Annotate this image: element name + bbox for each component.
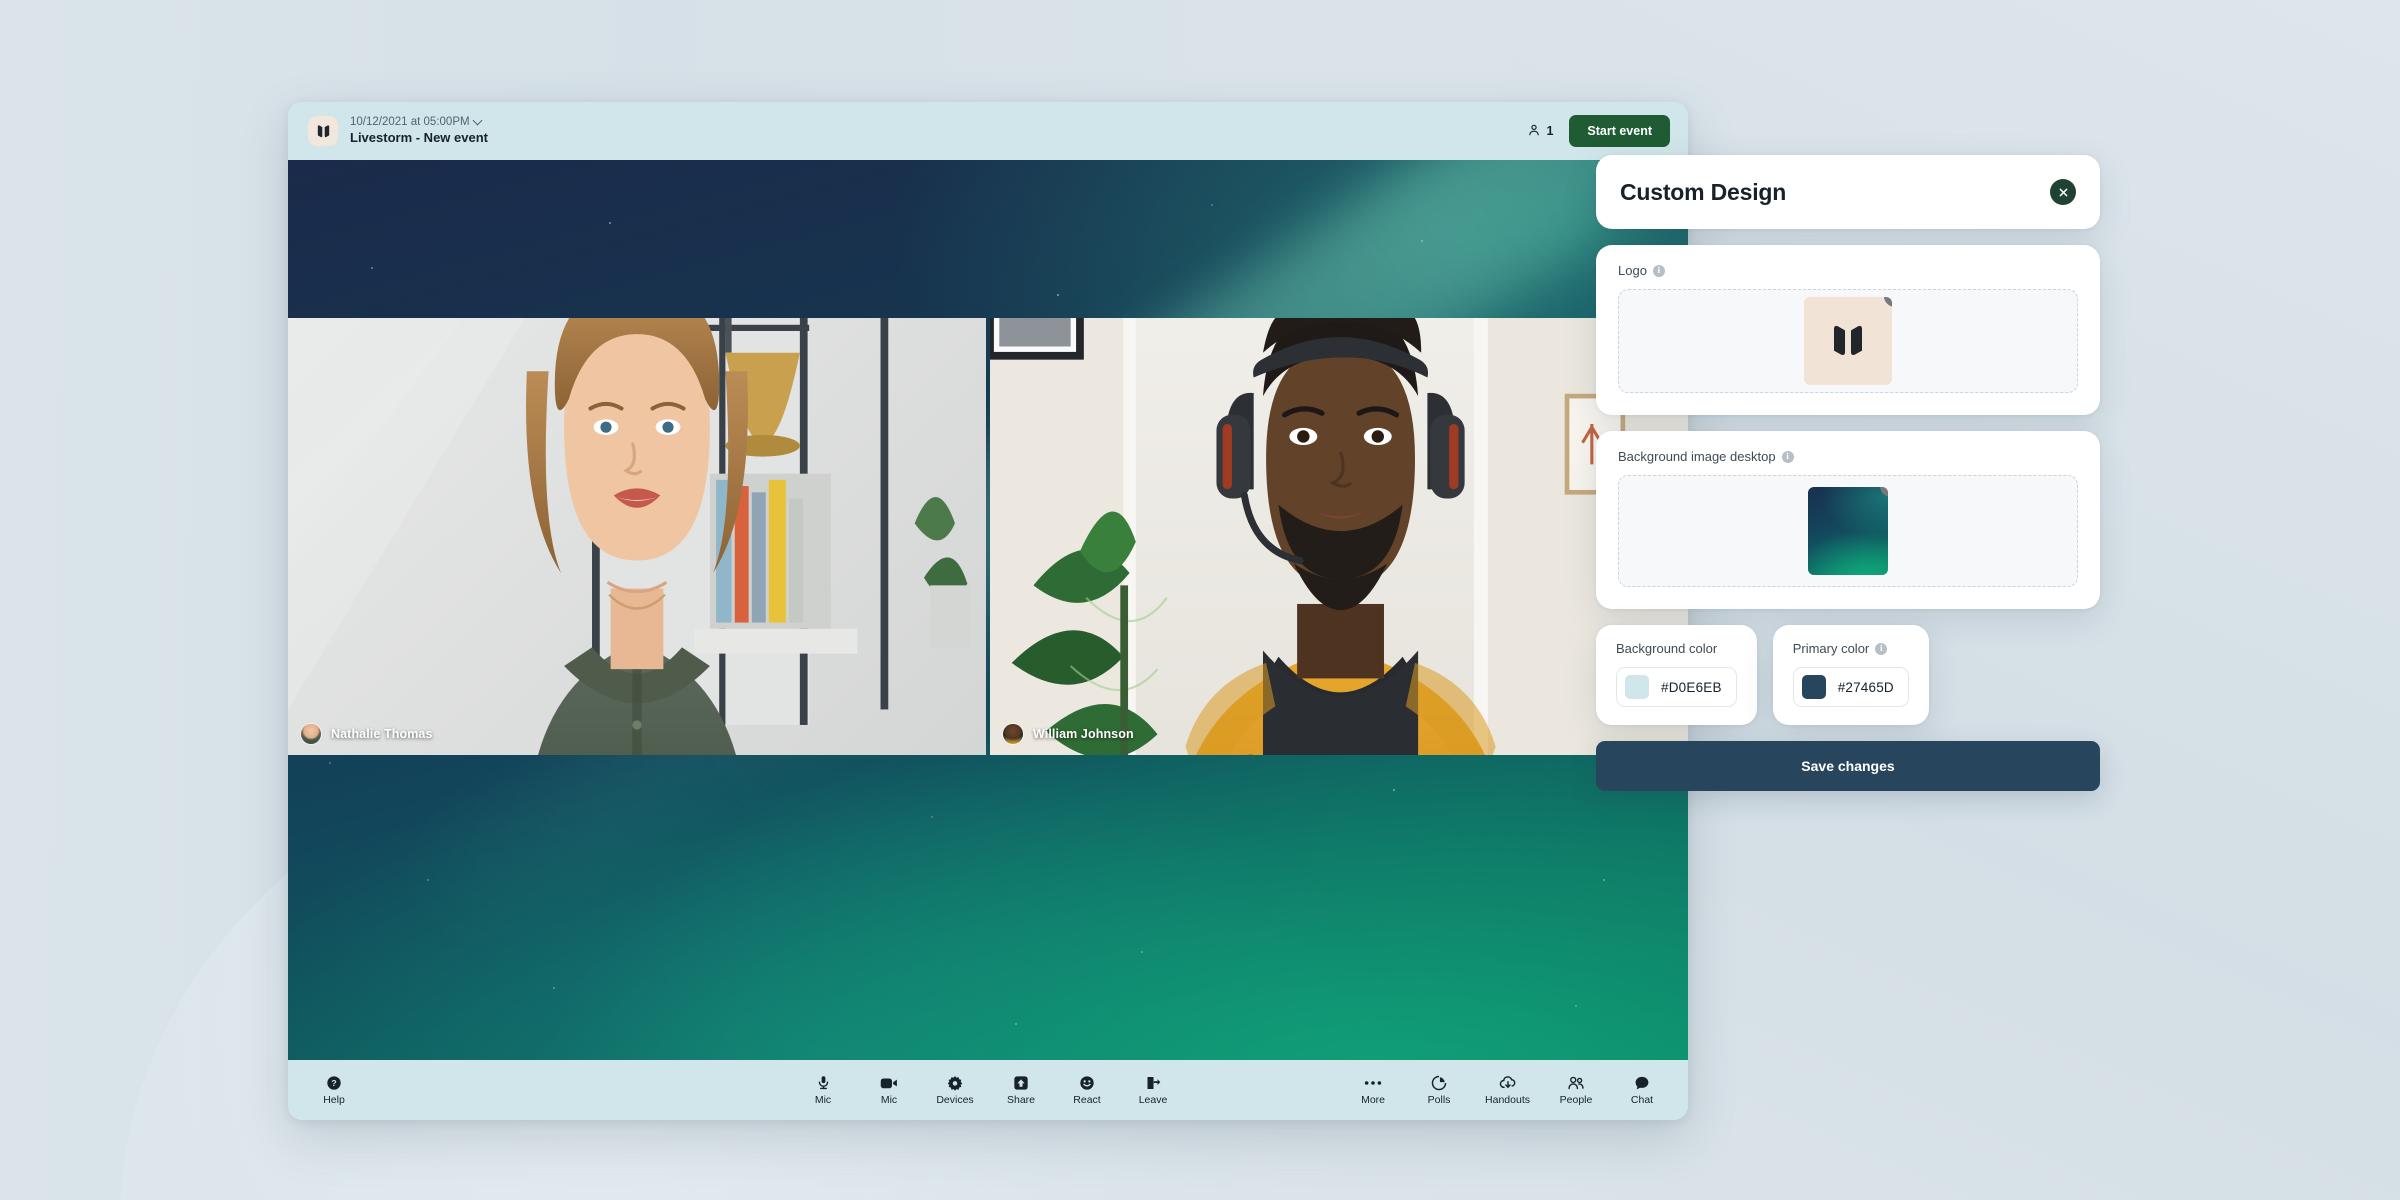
toolbar-group-left: ? Help — [314, 1074, 354, 1106]
people-button[interactable]: People — [1556, 1074, 1596, 1106]
ellipsis-icon — [1364, 1074, 1382, 1091]
participant-count[interactable]: 1 — [1527, 123, 1553, 140]
info-icon[interactable]: i — [1875, 642, 1888, 655]
toolbar-group-center: Mic Mic Devices Share React Leave — [803, 1074, 1173, 1106]
background-color-label: Background color — [1616, 641, 1718, 656]
page-root: 10/12/2021 at 05:00PM Livestorm - New ev… — [0, 0, 2400, 1200]
more-label: More — [1361, 1094, 1386, 1107]
polls-label: Polls — [1427, 1094, 1451, 1107]
header-actions: 1 Start event — [1527, 115, 1670, 147]
primary-color-label: Primary color — [1792, 641, 1870, 656]
logo-dropzone[interactable] — [1618, 289, 2078, 393]
avatar — [300, 723, 322, 745]
info-icon[interactable]: i — [1781, 450, 1794, 463]
app-header: 10/12/2021 at 05:00PM Livestorm - New ev… — [288, 102, 1688, 160]
camera-label: Mic — [880, 1094, 898, 1107]
custom-design-panel: Custom Design Logo i Background image de… — [1596, 155, 2100, 791]
react-button[interactable]: React — [1067, 1074, 1107, 1106]
help-label: Help — [323, 1094, 345, 1107]
mic-label: Mic — [814, 1094, 832, 1107]
smiley-icon — [1079, 1074, 1095, 1091]
microphone-icon — [816, 1074, 831, 1091]
livestorm-logo-icon — [308, 116, 338, 146]
logo-field: Logo i — [1596, 245, 2100, 415]
background-image-label-row: Background image desktop i — [1618, 449, 2078, 464]
devices-label: Devices — [936, 1094, 974, 1107]
chat-bubble-icon — [1634, 1074, 1650, 1091]
leave-button[interactable]: Leave — [1133, 1074, 1173, 1106]
livestorm-app-window: 10/12/2021 at 05:00PM Livestorm - New ev… — [288, 102, 1688, 1120]
cloud-download-icon — [1499, 1074, 1517, 1091]
help-circle-icon: ? — [326, 1074, 342, 1091]
more-button[interactable]: More — [1353, 1074, 1393, 1106]
handouts-button[interactable]: Handouts — [1485, 1074, 1530, 1106]
logo-thumbnail — [1804, 297, 1892, 385]
handouts-label: Handouts — [1485, 1094, 1530, 1107]
participant-count-value: 1 — [1546, 124, 1554, 138]
event-date-label: 10/12/2021 at 05:00PM — [350, 115, 470, 128]
close-icon[interactable] — [2050, 179, 2076, 205]
video-stage: Nathalie Thomas William Johnson — [288, 160, 1688, 1060]
polls-button[interactable]: Polls — [1419, 1074, 1459, 1106]
background-color-swatch — [1625, 675, 1649, 699]
save-changes-button[interactable]: Save changes — [1596, 741, 2100, 791]
people-label: People — [1559, 1094, 1593, 1107]
background-image-label: Background image desktop — [1618, 449, 1776, 464]
logo-label: Logo — [1618, 263, 1647, 278]
leave-label: Leave — [1138, 1094, 1168, 1107]
event-date-dropdown[interactable]: 10/12/2021 at 05:00PM — [350, 115, 488, 129]
background-color-input[interactable]: #D0E6EB — [1616, 667, 1737, 707]
camera-button[interactable]: Mic — [869, 1074, 909, 1106]
primary-color-value: #27465D — [1837, 679, 1894, 695]
avatar — [1002, 723, 1024, 745]
chevron-down-icon — [472, 115, 483, 126]
camera-icon — [880, 1074, 898, 1091]
background-image-dropzone[interactable] — [1618, 475, 2078, 587]
info-icon[interactable]: i — [1652, 264, 1665, 277]
participant-name: Nathalie Thomas — [331, 727, 433, 741]
help-button[interactable]: ? Help — [314, 1074, 354, 1106]
share-button[interactable]: Share — [1001, 1074, 1041, 1106]
primary-color-label-row: Primary color i — [1793, 641, 1909, 656]
background-thumbnail — [1808, 487, 1888, 575]
page-title: Livestorm - New event — [350, 130, 488, 146]
participant-nameplate: Nathalie Thomas — [300, 723, 433, 745]
remove-icon[interactable] — [1880, 487, 1888, 497]
share-label: Share — [1006, 1094, 1036, 1107]
panel-header: Custom Design — [1596, 155, 2100, 229]
toolbar-group-right: More Polls Handouts People Chat — [1353, 1074, 1662, 1106]
chat-button[interactable]: Chat — [1622, 1074, 1662, 1106]
participant-name: William Johnson — [1033, 727, 1134, 741]
video-tile[interactable]: Nathalie Thomas — [288, 318, 986, 755]
header-titles: 10/12/2021 at 05:00PM Livestorm - New ev… — [350, 115, 488, 146]
background-image-field: Background image desktop i — [1596, 431, 2100, 609]
background-color-value: #D0E6EB — [1661, 679, 1722, 695]
logo-field-label-row: Logo i — [1618, 263, 2078, 278]
color-fields-row: Background color #D0E6EB Primary color i… — [1596, 625, 2100, 725]
remove-icon[interactable] — [1884, 297, 1892, 307]
participant-nameplate: William Johnson — [1002, 723, 1134, 745]
gear-icon — [947, 1074, 963, 1091]
chat-label: Chat — [1630, 1094, 1654, 1107]
primary-color-swatch — [1801, 675, 1826, 699]
video-tile[interactable]: William Johnson — [990, 318, 1688, 755]
pie-chart-icon — [1431, 1074, 1447, 1091]
app-footer: ? Help Mic Mic Devices Share React Leave… — [288, 1060, 1688, 1120]
primary-color-input[interactable]: #27465D — [1792, 667, 1909, 707]
panel-title: Custom Design — [1620, 178, 1787, 205]
background-color-label-row: Background color — [1616, 641, 1737, 656]
person-icon — [1527, 123, 1541, 140]
share-upload-icon — [1013, 1074, 1029, 1091]
svg-text:?: ? — [331, 1078, 336, 1088]
video-tiles-row: Nathalie Thomas William Johnson — [288, 318, 1688, 755]
mic-button[interactable]: Mic — [803, 1074, 843, 1106]
start-event-button[interactable]: Start event — [1569, 115, 1670, 147]
exit-icon — [1145, 1074, 1162, 1091]
react-label: React — [1073, 1094, 1101, 1107]
primary-color-field: Primary color i #27465D — [1772, 625, 1929, 725]
people-icon — [1567, 1074, 1585, 1091]
devices-button[interactable]: Devices — [935, 1074, 975, 1106]
background-color-field: Background color #D0E6EB — [1596, 625, 1757, 725]
